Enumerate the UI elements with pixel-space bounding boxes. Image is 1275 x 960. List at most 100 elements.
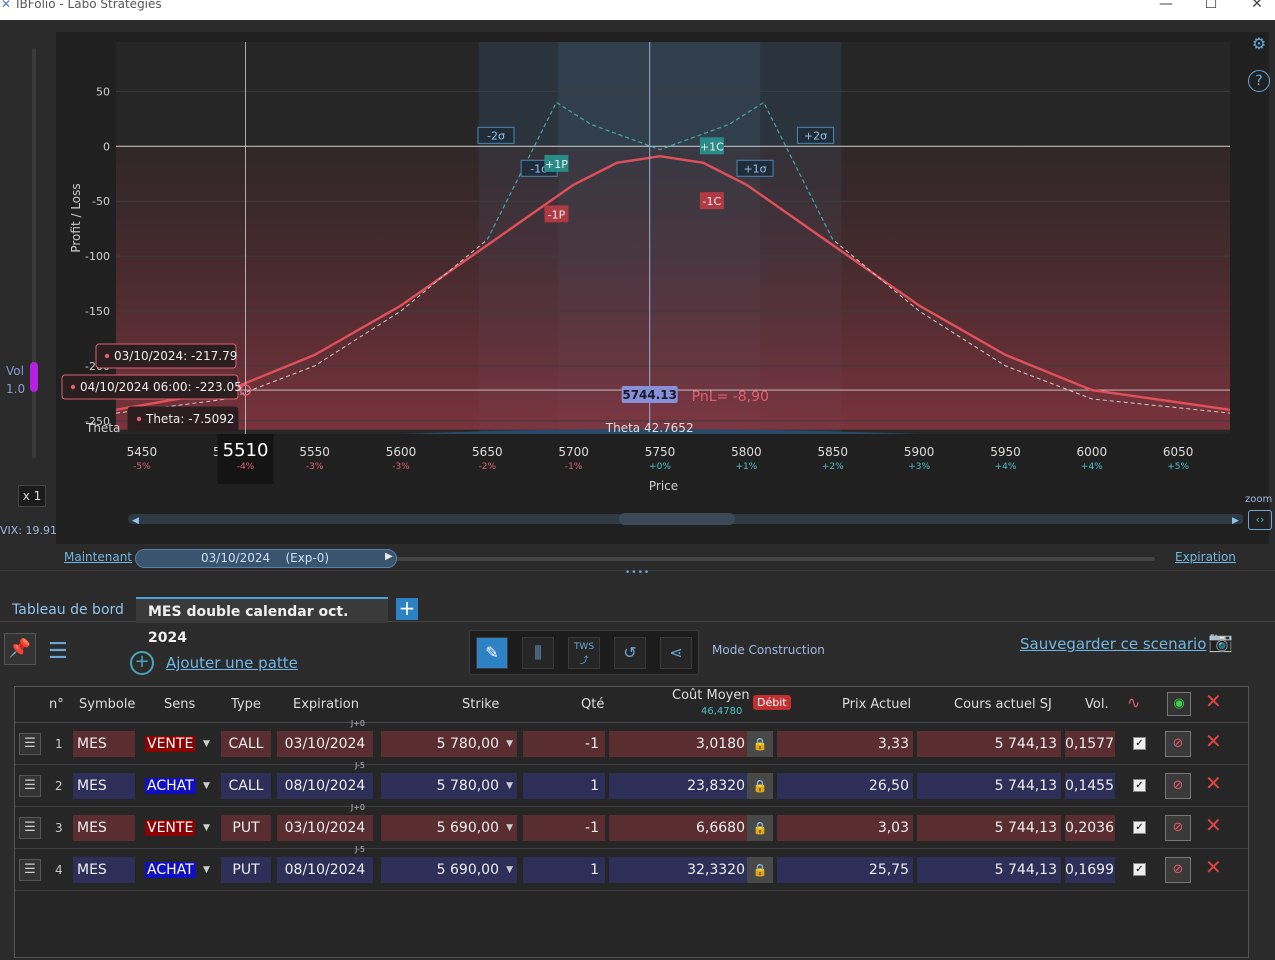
qty-field[interactable]: -1	[523, 731, 605, 757]
zoom-icon[interactable]: ‹›	[1248, 510, 1272, 530]
share-icon[interactable]: ⋖	[660, 637, 692, 669]
col-symbol: Symbole	[79, 697, 136, 712]
now-link[interactable]: Maintenant	[64, 550, 132, 564]
qty-field[interactable]: 1	[523, 857, 605, 883]
lock-icon[interactable]: 🔒	[747, 773, 773, 799]
lock-icon[interactable]: 🔒	[747, 731, 773, 757]
table-row[interactable]: ☰ 4 MES ACHAT ▼ PUT J-5 08/10/2024 5 690,00 ▼ 1 32,…	[15, 845, 1248, 891]
x-tick-pct: +5%	[1167, 462, 1189, 472]
close-icon[interactable]: ✕	[1247, 0, 1267, 12]
type-field[interactable]: CALL	[221, 773, 271, 799]
construction-mode-icon[interactable]: ✎	[476, 637, 508, 669]
panel-splitter[interactable]: ••••	[0, 568, 1275, 578]
play-icon[interactable]: ▶	[385, 551, 393, 562]
eye-off-icon[interactable]: ⊘	[1165, 815, 1191, 841]
settings-gear-icon[interactable]: ⚙	[1248, 34, 1270, 56]
tab-strategy[interactable]: MES double calendar oct. 2024	[136, 597, 388, 646]
expiration-field[interactable]: J+0 03/10/2024	[277, 719, 373, 757]
visible-checkbox[interactable]: ✓	[1133, 737, 1146, 750]
x-tick-label: 5650	[472, 445, 503, 459]
menu-icon[interactable]: ☰	[48, 639, 68, 664]
cost-field[interactable]: 6,6680	[609, 815, 749, 841]
expiration-field[interactable]: J-5 08/10/2024	[277, 845, 373, 883]
vol-slider-thumb[interactable]	[30, 362, 38, 392]
expiration-field[interactable]: J-5 08/10/2024	[277, 761, 373, 799]
sens-select[interactable]: VENTE ▼	[145, 731, 215, 757]
tws-icon[interactable]: TWS ⤴	[568, 637, 600, 669]
eye-off-icon[interactable]: ⊘	[1165, 731, 1191, 757]
drag-handle-icon[interactable]: ☰	[19, 859, 41, 881]
strike-select[interactable]: 5 690,00 ▼	[381, 815, 517, 841]
eye-off-icon[interactable]: ⊘	[1165, 857, 1191, 883]
x-tick-pct: +4%	[995, 462, 1017, 472]
adjust-sliders-icon[interactable]: ⫼	[522, 637, 554, 669]
price-field: 25,75	[777, 857, 913, 883]
strike-select[interactable]: 5 780,00 ▼	[381, 731, 517, 757]
delete-row-icon[interactable]: ✕	[1205, 771, 1222, 795]
save-scenario-link[interactable]: Sauvegarder ce scenario	[1020, 635, 1206, 653]
delete-row-icon[interactable]: ✕	[1205, 855, 1222, 879]
lock-icon[interactable]: 🔒	[747, 857, 773, 883]
vol-field: 0,1455	[1065, 773, 1115, 799]
pin-icon[interactable]: 📌	[4, 633, 36, 665]
drag-handle-icon[interactable]: ☰	[19, 817, 41, 839]
toolbar: 📌 ☰ + Ajouter une patte ✎ ⫼ TWS ⤴ ↺ ⋖ Mod…	[0, 625, 1275, 680]
vol-slider-track[interactable]	[32, 48, 36, 458]
symbol-field[interactable]: MES	[73, 815, 135, 841]
strike-label: -1C	[703, 195, 722, 208]
visible-checkbox[interactable]: ✓	[1133, 779, 1146, 792]
symbol-field[interactable]: MES	[73, 773, 135, 799]
symbol-field[interactable]: MES	[73, 731, 135, 757]
type-field[interactable]: CALL	[221, 731, 271, 757]
camera-icon[interactable]: 📷	[1208, 629, 1233, 653]
expiration-field[interactable]: J+0 03/10/2024	[277, 803, 373, 841]
eye-icon[interactable]: ◉	[1167, 692, 1191, 716]
pnl-chart[interactable]: 500-50-100-150-200-2505450-5%5500-4%5550…	[56, 32, 1269, 544]
x-tick-label: 5950	[990, 445, 1021, 459]
add-leg-link[interactable]: Ajouter une patte	[166, 654, 298, 672]
strike-select[interactable]: 5 780,00 ▼	[381, 773, 517, 799]
cost-field[interactable]: 23,8320	[609, 773, 749, 799]
lock-icon[interactable]: 🔒	[747, 815, 773, 841]
add-leg-icon[interactable]: +	[130, 651, 154, 675]
delete-row-icon[interactable]: ✕	[1205, 813, 1222, 837]
delete-row-icon[interactable]: ✕	[1205, 729, 1222, 753]
curve-icon[interactable]: ∿	[1127, 693, 1140, 712]
maximize-icon[interactable]: ☐	[1201, 0, 1221, 12]
type-field[interactable]: PUT	[221, 815, 271, 841]
table-row[interactable]: ☰ 2 MES ACHAT ▼ CALL J-5 08/10/2024 5 780,00 ▼ 1 23…	[15, 761, 1248, 807]
visible-checkbox[interactable]: ✓	[1133, 821, 1146, 834]
minimize-icon[interactable]: —	[1156, 0, 1176, 12]
theta-bar-label: Theta 42.7652	[605, 421, 694, 435]
table-row[interactable]: ☰ 1 MES VENTE ▼ CALL J+0 03/10/2024 5 780,00 ▼ -1 3…	[15, 719, 1248, 765]
col-qty: Qté	[581, 697, 605, 712]
help-icon[interactable]: ?	[1248, 70, 1270, 92]
delete-all-icon[interactable]: ✕	[1205, 689, 1222, 713]
table-header: n° Symbole Sens Type Expiration Strike Q…	[15, 687, 1248, 723]
sens-select[interactable]: VENTE ▼	[145, 815, 215, 841]
drag-handle-icon[interactable]: ☰	[19, 733, 41, 755]
add-tab-button[interactable]: +	[396, 598, 418, 620]
cost-field[interactable]: 32,3320	[609, 857, 749, 883]
symbol-field[interactable]: MES	[73, 857, 135, 883]
history-icon[interactable]: ↺	[614, 637, 646, 669]
qty-field[interactable]: -1	[523, 815, 605, 841]
col-expiration: Expiration	[293, 697, 359, 712]
sens-select[interactable]: ACHAT ▼	[145, 857, 215, 883]
sens-select[interactable]: ACHAT ▼	[145, 773, 215, 799]
table-row[interactable]: ☰ 3 MES VENTE ▼ PUT J+0 03/10/2024 5 690,00 ▼ -1 6,…	[15, 803, 1248, 849]
type-field[interactable]: PUT	[221, 857, 271, 883]
multiplier-button[interactable]: x 1	[18, 485, 46, 507]
legs-table: n° Symbole Sens Type Expiration Strike Q…	[14, 686, 1249, 958]
tab-dashboard[interactable]: Tableau de bord	[0, 597, 136, 623]
debit-badge: Débit	[753, 695, 791, 710]
cost-field[interactable]: 3,0180	[609, 731, 749, 757]
qty-field[interactable]: 1	[523, 773, 605, 799]
strike-select[interactable]: 5 690,00 ▼	[381, 857, 517, 883]
expiration-link[interactable]: Expiration	[1175, 550, 1236, 564]
drag-handle-icon[interactable]: ☰	[19, 775, 41, 797]
x-tick-label: 5700	[558, 445, 589, 459]
eye-off-icon[interactable]: ⊘	[1165, 773, 1191, 799]
col-type: Type	[231, 697, 261, 712]
visible-checkbox[interactable]: ✓	[1133, 863, 1146, 876]
